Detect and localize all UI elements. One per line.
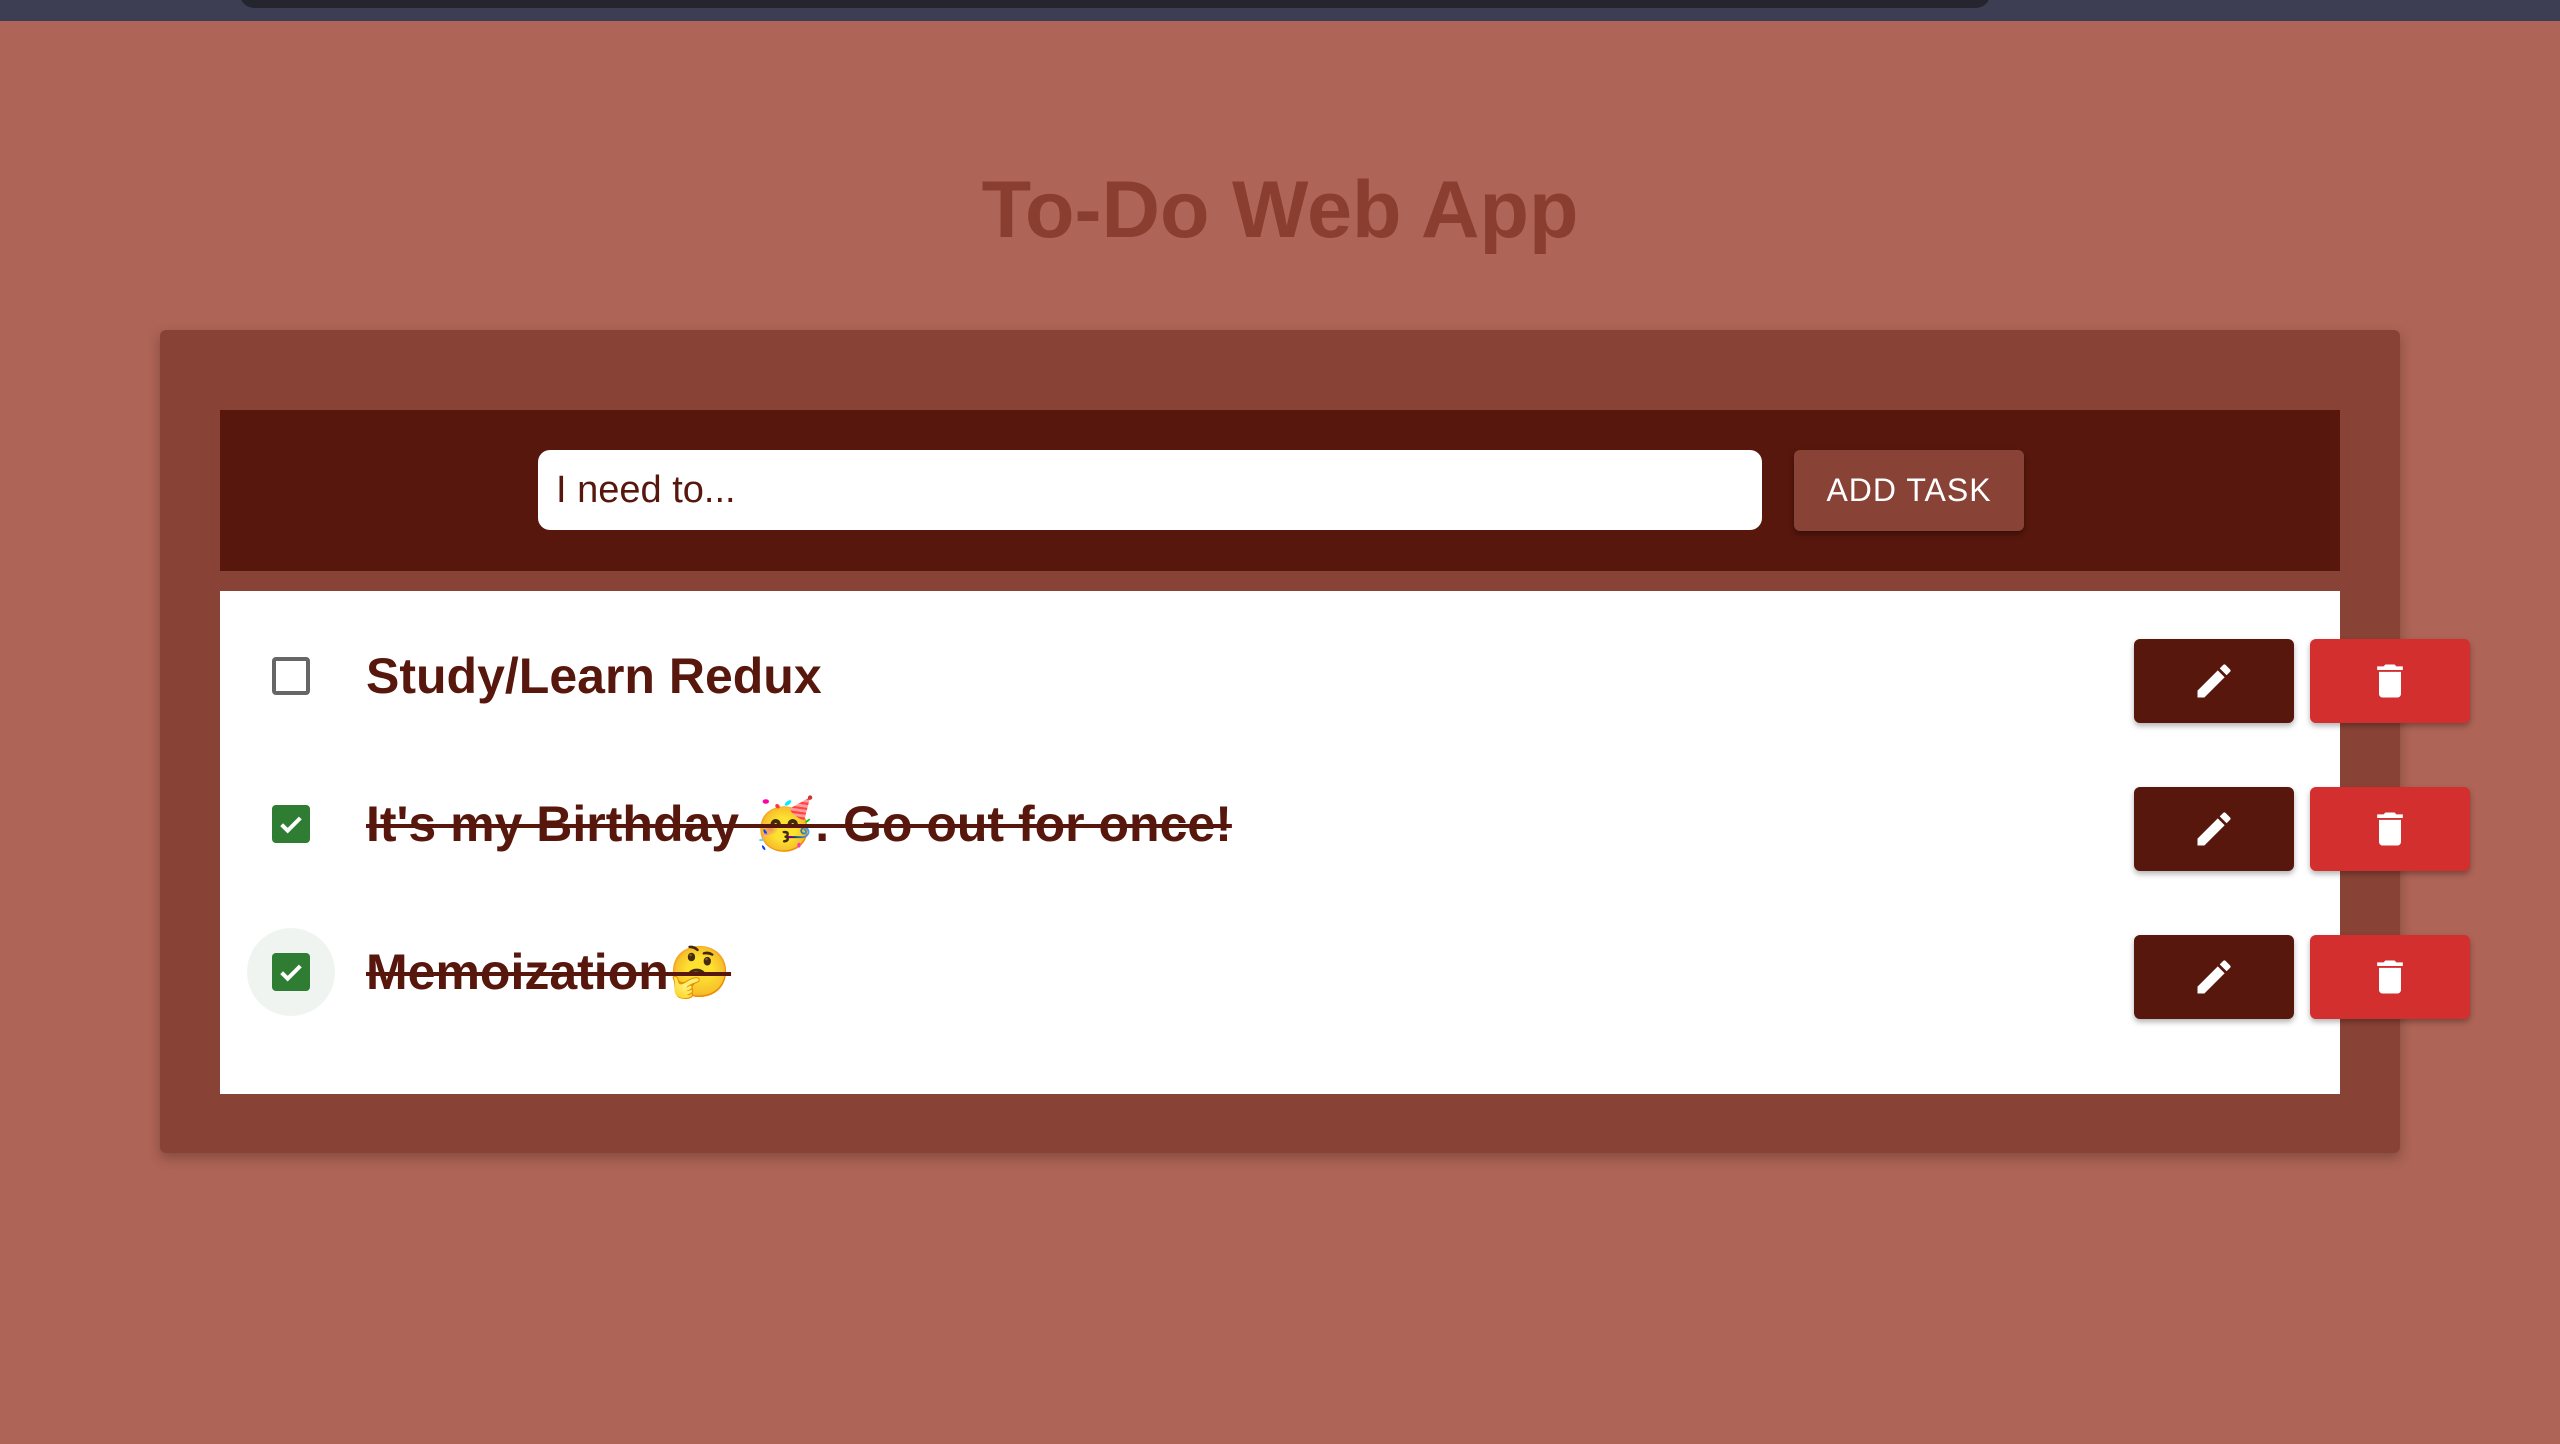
delete-task-button[interactable]: [2310, 639, 2470, 723]
pencil-icon: [2197, 664, 2231, 698]
delete-task-button[interactable]: [2310, 935, 2470, 1019]
task-list: Study/Learn Redux It's my Birthday 🥳. Go…: [220, 591, 2470, 1094]
trash-icon: [2377, 664, 2403, 698]
checkmark-icon: [280, 816, 302, 834]
task-input[interactable]: [538, 450, 1762, 530]
pencil-icon: [2197, 812, 2231, 846]
task-text: Study/Learn Redux: [366, 648, 822, 704]
task-row: Study/Learn Redux: [220, 602, 2470, 750]
task-text: It's my Birthday 🥳. Go out for once!: [366, 796, 1232, 852]
task-checkbox[interactable]: [272, 657, 310, 695]
task-row: It's my Birthday 🥳. Go out for once!: [220, 750, 2470, 898]
task-text: Memoization🤔: [366, 944, 732, 1000]
add-task-bar: ADD TASK: [220, 410, 2340, 571]
task-row: Memoization🤔: [220, 898, 2470, 1046]
pencil-icon: [2197, 960, 2231, 994]
task-checkbox[interactable]: [272, 953, 310, 991]
todo-card: ADD TASK Study/Learn Redux I: [160, 330, 2470, 1153]
browser-address-pill: [240, 0, 1990, 8]
edit-task-button[interactable]: [2134, 639, 2294, 723]
trash-icon: [2377, 960, 2403, 994]
edit-task-button[interactable]: [2134, 787, 2294, 871]
browser-top-bar: [0, 0, 2560, 21]
delete-task-button[interactable]: [2310, 787, 2470, 871]
add-task-button[interactable]: ADD TASK: [1794, 450, 2024, 531]
checkmark-icon: [280, 964, 302, 982]
edit-task-button[interactable]: [2134, 935, 2294, 1019]
task-checkbox[interactable]: [272, 805, 310, 843]
page-title: To-Do Web App: [981, 165, 1579, 255]
trash-icon: [2377, 812, 2403, 846]
